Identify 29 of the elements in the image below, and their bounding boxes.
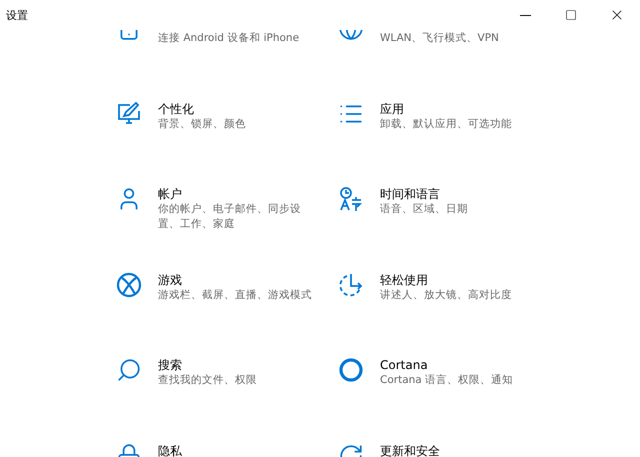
settings-category-link[interactable]: 时间和语言 bbox=[380, 186, 550, 202]
category-description: 背景、锁屏、颜色 bbox=[158, 116, 247, 132]
settings-category-link[interactable]: 游戏 bbox=[158, 272, 328, 288]
minimize-icon bbox=[520, 14, 530, 16]
xbox-icon bbox=[116, 272, 142, 298]
category-description: WLAN、飞行模式、VPN bbox=[380, 31, 500, 46]
settings-category-link[interactable]: 搜索 bbox=[158, 357, 328, 373]
settings-category-link[interactable]: 个性化 bbox=[158, 100, 328, 116]
category-description: 语音、区域、日期 bbox=[380, 202, 469, 217]
ring-icon bbox=[338, 357, 364, 383]
category-description: 查找我的文件、权限 bbox=[158, 373, 258, 388]
category-description: 讲述人、放大镜、高对比度 bbox=[380, 288, 513, 302]
settings-category-link[interactable]: 更新和安全 bbox=[380, 442, 550, 457]
clock-arrow-icon bbox=[338, 272, 364, 298]
category-description: 游戏栏、截屏、直播、游戏模式 bbox=[158, 288, 313, 302]
settings-category-link[interactable]: 轻松使用 bbox=[380, 272, 550, 288]
category-description: 卸载、默认应用、可选功能 bbox=[380, 116, 513, 132]
category-description: 你的帐户、电子邮件、同步设置、工作、家庭 bbox=[158, 202, 302, 232]
category-description: Cortana 语言、权限、通知 bbox=[380, 373, 514, 388]
paint-monitor-icon bbox=[116, 100, 142, 126]
window-title: 设置 bbox=[6, 8, 29, 22]
settings-category-link[interactable]: Cortana bbox=[380, 357, 550, 373]
settings-category-link[interactable]: 帐户 bbox=[158, 186, 328, 202]
settings-category-link[interactable]: 应用 bbox=[380, 100, 550, 116]
search-icon bbox=[116, 357, 142, 383]
clock-letter-icon bbox=[338, 186, 364, 212]
maximize-icon bbox=[565, 9, 577, 21]
category-description: 连接 Android 设备和 iPhone bbox=[158, 31, 300, 46]
settings-category-link[interactable]: 隐私 bbox=[158, 442, 328, 457]
